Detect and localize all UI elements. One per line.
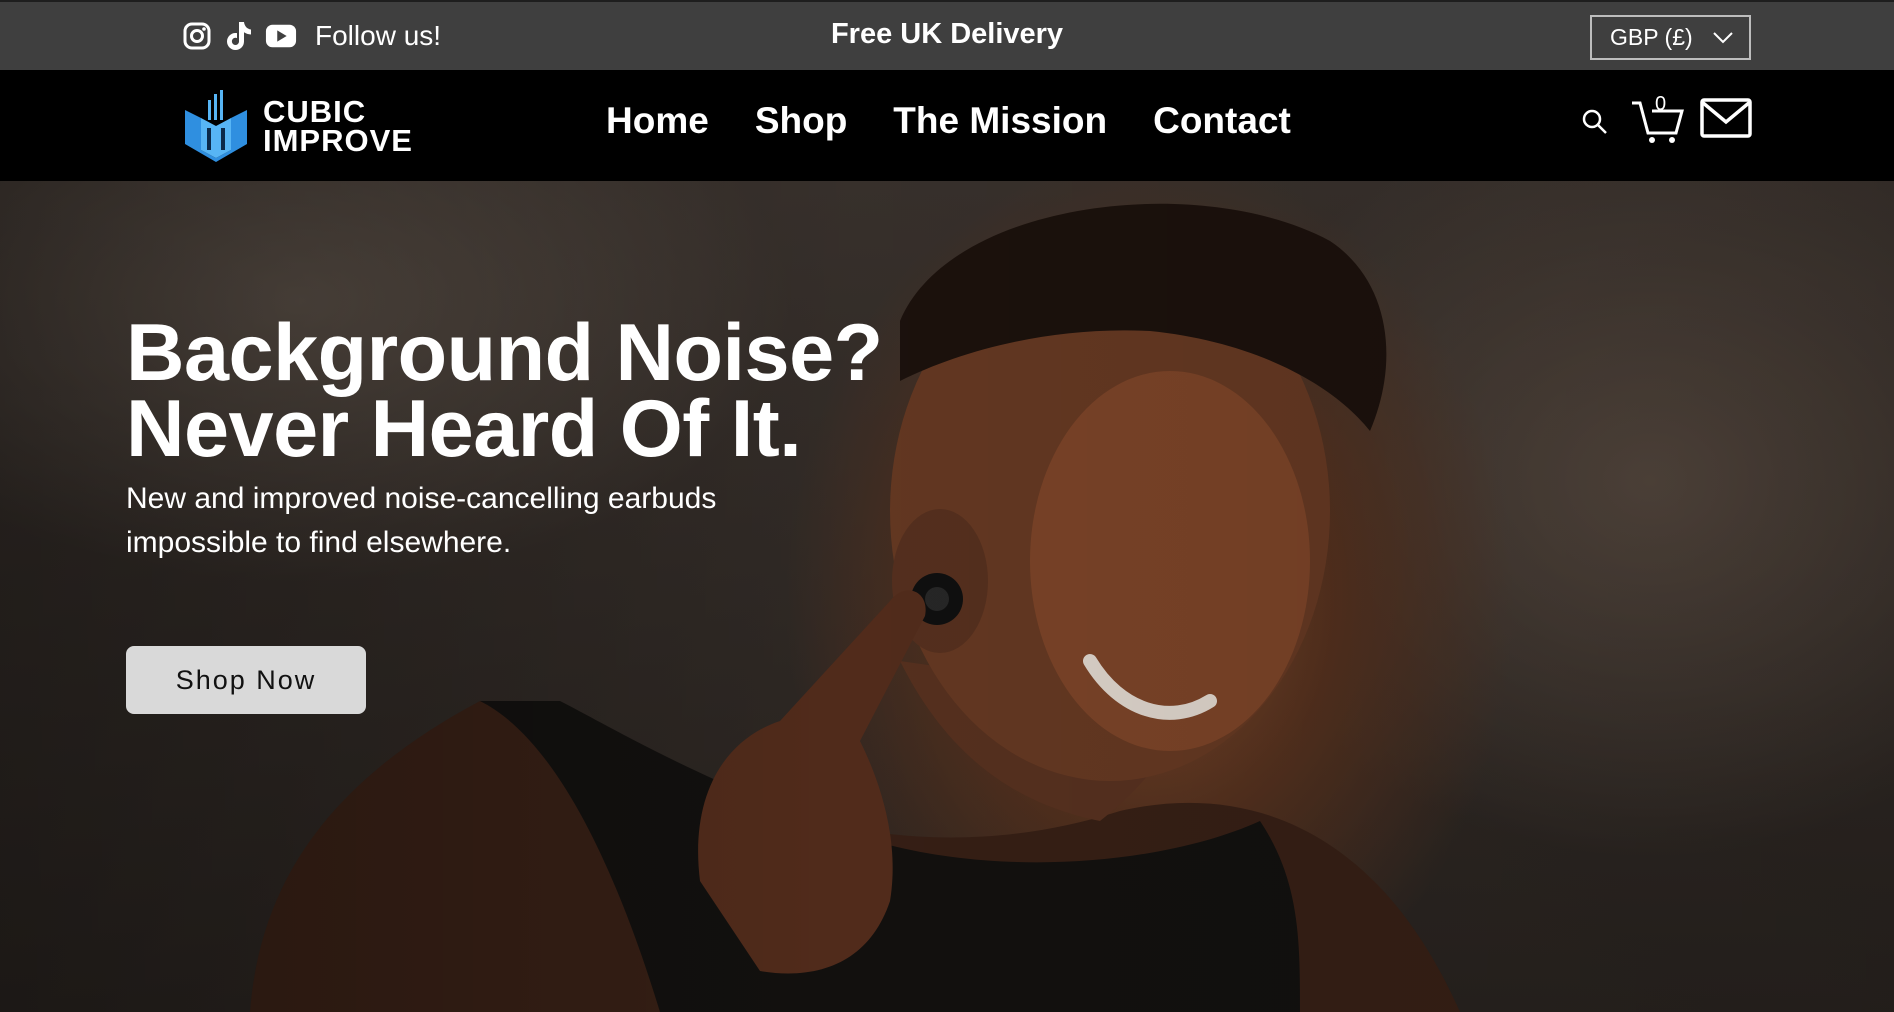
youtube-icon[interactable] xyxy=(265,20,297,52)
logo-line-1: CUBIC xyxy=(263,93,367,129)
headline-line-2: Never Heard Of It. xyxy=(126,384,802,474)
chevron-down-icon xyxy=(1713,31,1733,43)
main-nav: Home Shop The Mission Contact xyxy=(606,100,1291,142)
nav-home[interactable]: Home xyxy=(606,100,709,142)
shop-now-button[interactable]: Shop Now xyxy=(126,646,366,714)
tiktok-icon[interactable] xyxy=(223,20,255,52)
brand-logo[interactable]: CUBIC IMPROVE xyxy=(181,84,413,168)
cart-count: 0 xyxy=(1655,93,1667,115)
mail-icon[interactable] xyxy=(1700,98,1752,138)
subline-line-1: New and improved noise-cancelling earbud… xyxy=(126,482,717,515)
cubic-improve-logo-icon xyxy=(185,90,247,162)
follow-us-text: Follow us! xyxy=(315,20,442,51)
instagram-icon[interactable] xyxy=(181,20,213,52)
social-links: Follow us! xyxy=(181,16,441,56)
currency-selector[interactable]: GBP (£) xyxy=(1590,15,1751,60)
brand-wordmark: CUBIC IMPROVE xyxy=(263,93,413,158)
hero-headline: Background Noise? Never Heard Of It. xyxy=(126,313,906,470)
nav-the-mission[interactable]: The Mission xyxy=(893,100,1107,142)
hero-overlay xyxy=(0,181,1894,1012)
nav-contact[interactable]: Contact xyxy=(1153,100,1291,142)
site-header: CUBIC IMPROVE Home Shop The Mission Cont… xyxy=(0,70,1894,181)
currency-value: GBP (£) xyxy=(1610,24,1693,50)
hero-banner: Background Noise? Never Heard Of It. New… xyxy=(0,181,1894,1012)
hero-subheadline: New and improved noise-cancelling earbud… xyxy=(126,477,826,565)
subline-line-2: impossible to find elsewhere. xyxy=(126,526,512,559)
announcement-bar: Follow us! Free UK Delivery GBP (£) xyxy=(0,0,1894,70)
search-icon[interactable] xyxy=(1580,107,1610,137)
cart-button[interactable]: 0 xyxy=(1630,93,1686,145)
nav-shop[interactable]: Shop xyxy=(755,100,847,142)
logo-line-2: IMPROVE xyxy=(263,123,413,158)
